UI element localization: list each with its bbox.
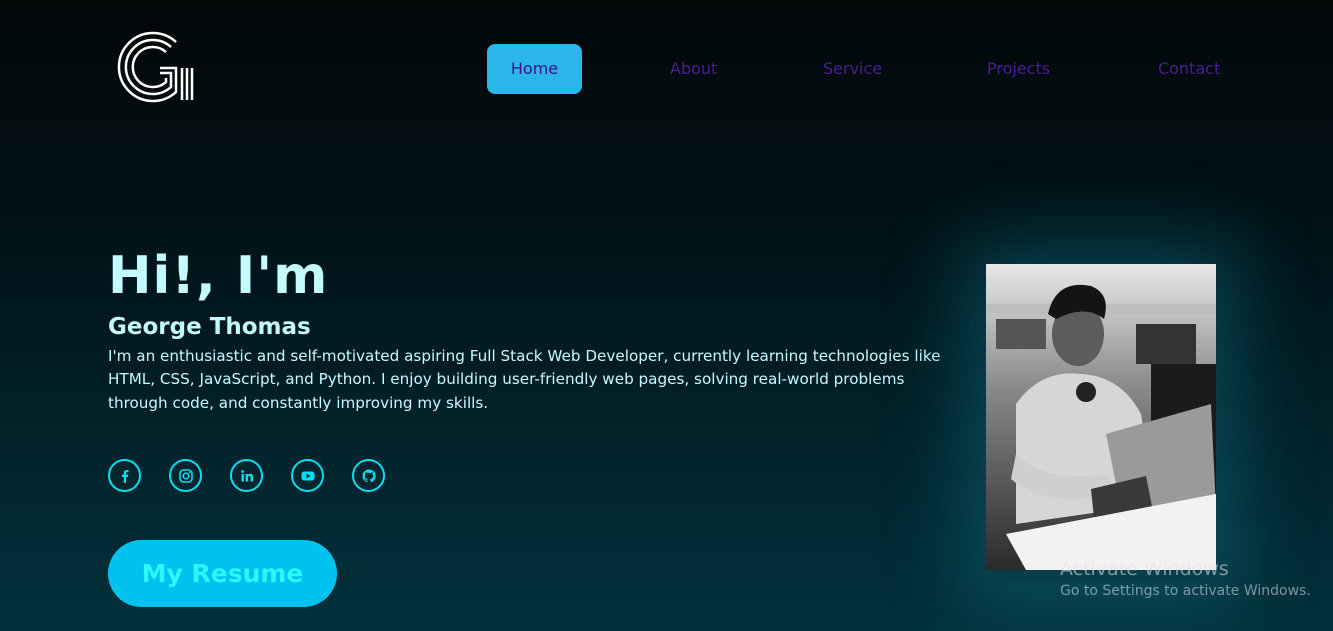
main-nav: Home About Service Projects Contact	[0, 44, 1333, 94]
instagram-link[interactable]	[169, 459, 202, 492]
instagram-icon	[178, 468, 193, 483]
nav-projects[interactable]: Projects	[987, 44, 1050, 94]
facebook-icon	[121, 469, 128, 483]
hero-greeting: Hi!, I'm	[108, 246, 329, 306]
youtube-link[interactable]	[291, 459, 324, 492]
windows-activation-watermark: Activate Windows Go to Settings to activ…	[1060, 558, 1311, 599]
hero-description: I'm an enthusiastic and self-motivated a…	[108, 347, 941, 412]
linkedin-link[interactable]	[230, 459, 263, 492]
nav-about[interactable]: About	[670, 44, 717, 94]
watermark-subtitle: Go to Settings to activate Windows.	[1060, 583, 1311, 599]
nav-service[interactable]: Service	[823, 44, 882, 94]
profile-photo-frame	[986, 264, 1216, 582]
github-icon	[361, 468, 376, 482]
hero-name: George Thomas	[108, 314, 311, 340]
youtube-icon	[301, 471, 314, 480]
profile-photo	[986, 264, 1216, 570]
watermark-title: Activate Windows	[1060, 558, 1229, 580]
resume-button[interactable]: My Resume	[108, 540, 337, 607]
linkedin-icon	[240, 469, 253, 481]
nav-contact[interactable]: Contact	[1158, 44, 1220, 94]
facebook-link[interactable]	[108, 459, 141, 492]
nav-home[interactable]: Home	[487, 44, 582, 94]
github-link[interactable]	[352, 459, 385, 492]
